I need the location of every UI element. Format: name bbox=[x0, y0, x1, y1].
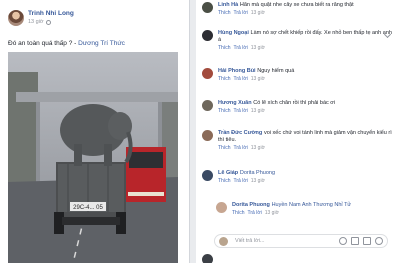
like-link[interactable]: Thích bbox=[218, 178, 231, 184]
comment-time[interactable]: 13 giờ bbox=[251, 178, 265, 184]
reply-time[interactable]: 13 giờ bbox=[265, 210, 279, 216]
post-card: Trinh Nhi Long 13 giờ Đó an toàn quá thấ… bbox=[0, 0, 190, 263]
like-link[interactable]: Thích bbox=[218, 76, 231, 82]
comment-text: Có lẽ xích chân rồi thì phải bác ơi bbox=[253, 100, 336, 106]
commenter-avatar[interactable] bbox=[202, 30, 213, 41]
reply-link[interactable]: Trả lời bbox=[234, 10, 248, 16]
commenter-avatar[interactable] bbox=[202, 68, 213, 79]
reply-avatar[interactable] bbox=[216, 202, 227, 213]
commenter-name[interactable]: Trần Đức Cường bbox=[218, 130, 262, 136]
globe-icon bbox=[45, 19, 51, 25]
like-link[interactable]: Thích bbox=[218, 108, 231, 114]
comment-meta: Thích Trả lời 13 giờ bbox=[218, 145, 392, 152]
commenter-avatar[interactable] bbox=[202, 100, 213, 111]
reply-link[interactable]: Trả lời bbox=[234, 178, 248, 184]
sticker-icon[interactable] bbox=[375, 237, 383, 245]
next-comment-stub bbox=[196, 253, 394, 263]
comments-panel: Linh Hà Hãn mà quặt nhe cây xe chưa biết… bbox=[196, 0, 394, 263]
comment-meta: Thích Trả lời 13 giờ bbox=[218, 76, 392, 83]
comment-meta: Thích Trả lời 13 giờ bbox=[218, 10, 392, 17]
post-caption: Đó an toàn quá thấp ? bbox=[8, 40, 73, 47]
post-text: Đó an toàn quá thấp ? - Dương Trí Thức bbox=[8, 40, 125, 47]
like-link[interactable]: Thích bbox=[218, 10, 231, 16]
photo-illustration: 29C-4... 05 bbox=[8, 52, 178, 263]
commenter-avatar[interactable] bbox=[202, 254, 213, 263]
reply-toolbar bbox=[339, 237, 383, 245]
comment-time[interactable]: 13 giờ bbox=[251, 10, 265, 16]
reply-link[interactable]: Trả lời bbox=[234, 76, 248, 82]
author-avatar[interactable] bbox=[8, 10, 24, 26]
reply-input-placeholder[interactable]: Viết trả lời... bbox=[235, 238, 265, 244]
like-link[interactable]: Thích bbox=[232, 210, 245, 216]
commenter-name[interactable]: Hùng Ngoại bbox=[218, 30, 249, 36]
reply-link[interactable]: Trả lời bbox=[234, 45, 248, 51]
reply-author-name[interactable]: Dorita Phuong bbox=[232, 202, 270, 208]
reply-input-box[interactable]: Viết trả lời... bbox=[214, 234, 388, 248]
like-link[interactable]: Thích bbox=[218, 45, 231, 51]
gif-icon[interactable] bbox=[363, 237, 371, 245]
comment-time[interactable]: 13 giờ bbox=[251, 45, 265, 51]
commenter-name[interactable]: Linh Hà bbox=[218, 2, 238, 8]
comment-meta: Thích Trả lời 13 giờ bbox=[218, 108, 392, 115]
comment-meta: Thích Trả lời 13 giờ bbox=[218, 45, 392, 52]
post-header: Trinh Nhi Long 13 giờ bbox=[8, 10, 74, 32]
reply-meta: Thích Trả lời 13 giờ bbox=[232, 210, 392, 217]
emoji-icon[interactable] bbox=[339, 237, 347, 245]
reply-link[interactable]: Trả lời bbox=[248, 210, 262, 216]
commenter-avatar[interactable] bbox=[202, 2, 213, 13]
post-timestamp[interactable]: 13 giờ bbox=[28, 18, 74, 26]
commenter-name[interactable]: Hải Phong Bùi bbox=[218, 68, 256, 74]
comment-time[interactable]: 13 giờ bbox=[251, 108, 265, 114]
comment-time[interactable]: 13 giờ bbox=[251, 76, 265, 82]
reply-mention[interactable]: Huyền Nam Anh Thương Nhỉ Tử bbox=[272, 202, 352, 208]
reply-link[interactable]: Trả lời bbox=[234, 108, 248, 114]
commenter-avatar[interactable] bbox=[202, 170, 213, 181]
commenter-name[interactable]: Lê Giáp bbox=[218, 170, 238, 176]
comment-time[interactable]: 13 giờ bbox=[251, 145, 265, 151]
comment-meta: Thích Trả lời 13 giờ bbox=[218, 178, 392, 185]
camera-icon[interactable] bbox=[351, 237, 359, 245]
post-author-name[interactable]: Trinh Nhi Long bbox=[28, 10, 74, 18]
license-plate: 29C-4... 05 bbox=[73, 205, 103, 211]
commenter-name[interactable]: Hương Xuân bbox=[218, 100, 252, 106]
tagged-person-link[interactable]: Dương Trí Thức bbox=[78, 40, 125, 47]
commenter-avatar[interactable] bbox=[202, 130, 213, 141]
comment-mention[interactable]: Dorita Phuong bbox=[240, 170, 275, 176]
like-link[interactable]: Thích bbox=[218, 145, 231, 151]
post-photo[interactable]: 29C-4... 05 bbox=[8, 52, 178, 263]
post-time-text: 13 giờ bbox=[28, 19, 44, 25]
comment-text: Hãn mà quặt nhe cây xe chưa biết ra răng… bbox=[239, 2, 354, 8]
reply-link[interactable]: Trả lời bbox=[234, 145, 248, 151]
comment-text: Nguy hiểm quá bbox=[257, 68, 295, 74]
current-user-avatar bbox=[219, 237, 228, 246]
